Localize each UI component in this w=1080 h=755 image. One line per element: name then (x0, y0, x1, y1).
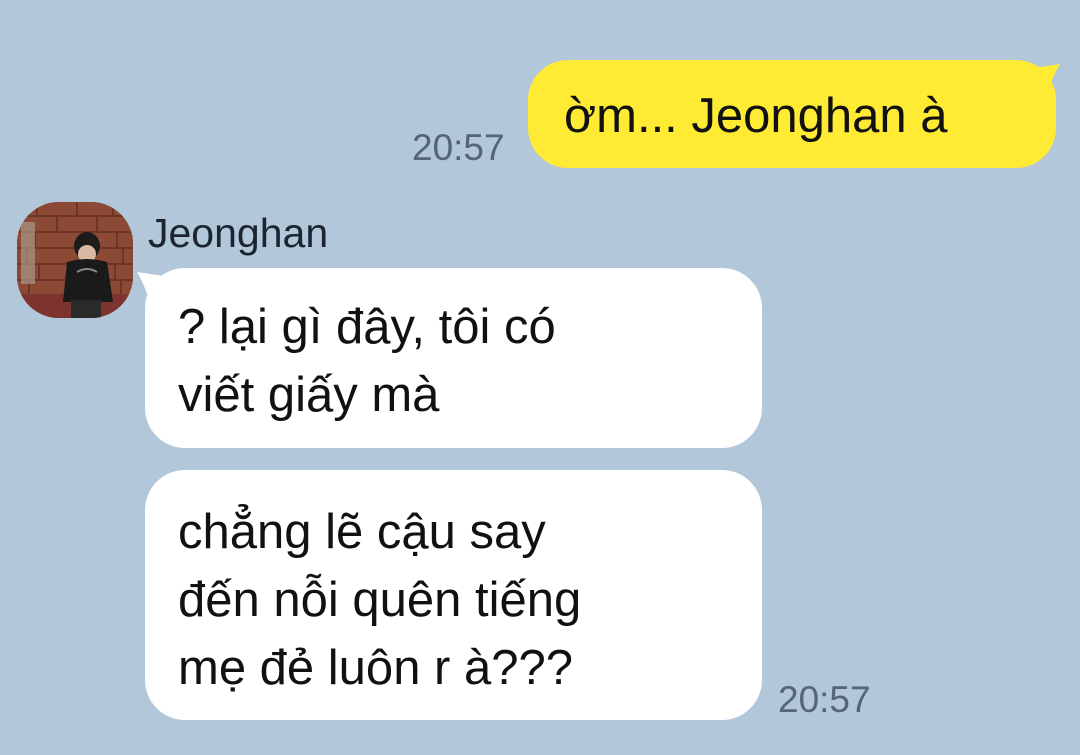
sender-avatar[interactable] (17, 202, 133, 318)
outgoing-message-bubble[interactable]: ờm... Jeonghan à (528, 60, 1060, 168)
sender-name: Jeonghan (148, 210, 329, 256)
message-text-line: mẹ đẻ luôn r à??? (178, 641, 573, 695)
message-text-line: viết giấy mà (178, 368, 440, 422)
message-text-line: chẳng lẽ cậu say (178, 505, 546, 559)
outgoing-timestamp: 20:57 (412, 127, 505, 168)
message-text-line: đến nỗi quên tiếng (178, 573, 582, 627)
bubble-tail-icon (137, 272, 165, 294)
bubble-tail-icon (1032, 64, 1060, 86)
incoming-message-bubble[interactable]: ? lại gì đây, tôi có viết giấy mà (137, 268, 762, 448)
incoming-message-bubble[interactable]: chẳng lẽ cậu say đến nỗi quên tiếng mẹ đ… (145, 470, 762, 720)
outgoing-message-text: ờm... Jeonghan à (564, 89, 948, 143)
message-text-line: ? lại gì đây, tôi có (178, 300, 556, 354)
profile-photo-icon (17, 202, 133, 318)
incoming-timestamp: 20:57 (778, 679, 871, 720)
